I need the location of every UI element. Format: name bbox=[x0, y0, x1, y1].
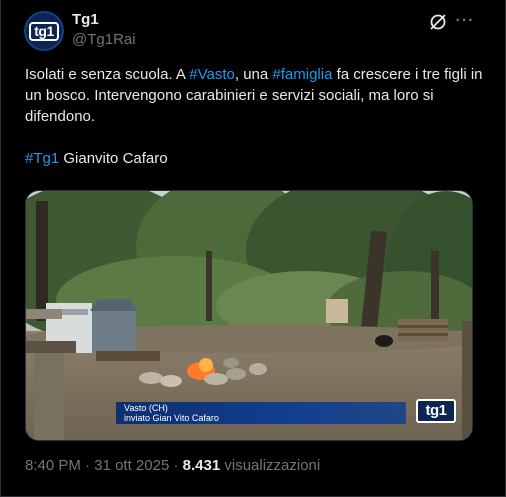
hashtag-tg1[interactable]: #Tg1 bbox=[25, 150, 59, 167]
grok-icon[interactable] bbox=[429, 13, 447, 31]
avatar[interactable]: tg1 bbox=[24, 11, 64, 51]
separator: · bbox=[80, 457, 95, 474]
separator: · bbox=[169, 457, 183, 474]
tweet-meta: 8:40 PM · 31 ott 2025 · 8.431 visualizza… bbox=[25, 457, 320, 474]
author-name[interactable]: Tg1 bbox=[72, 11, 99, 28]
video-player[interactable]: Vasto (CH) inviato Gian Vito Cafaro tg1 bbox=[25, 190, 473, 441]
caption-location: Vasto (CH) bbox=[124, 403, 168, 413]
tweet-text: Isolati e senza scuola. A #Vasto, una #f… bbox=[25, 64, 485, 169]
more-icon[interactable]: ··· bbox=[455, 12, 475, 32]
hashtag-famiglia[interactable]: #famiglia bbox=[272, 66, 332, 83]
tweet-time[interactable]: 8:40 PM bbox=[25, 457, 81, 474]
views-label: visualizzazioni bbox=[220, 457, 321, 474]
text-segment: , una bbox=[234, 66, 273, 83]
tweet-card[interactable]: tg1 Tg1 @Tg1Rai ··· Isolati e senza scuo… bbox=[0, 0, 506, 497]
tweet-signature: #Tg1 Gianvito Cafaro bbox=[25, 148, 485, 169]
caption-reporter: inviato Gian Vito Cafaro bbox=[124, 413, 219, 423]
author-handle[interactable]: @Tg1Rai bbox=[72, 31, 136, 48]
tweet-body: Isolati e senza scuola. A #Vasto, una #f… bbox=[25, 64, 485, 127]
video-lower-third: Vasto (CH) inviato Gian Vito Cafaro tg1 bbox=[116, 399, 472, 424]
caption-bar: Vasto (CH) inviato Gian Vito Cafaro bbox=[116, 402, 406, 424]
tweet-date[interactable]: 31 ott 2025 bbox=[94, 457, 169, 474]
tg1-logo: tg1 bbox=[416, 399, 456, 423]
tg1-logo: tg1 bbox=[29, 21, 59, 41]
text-segment: Isolati e senza scuola. A bbox=[25, 66, 190, 83]
hashtag-vasto[interactable]: #Vasto bbox=[189, 66, 235, 83]
signature-text: Gianvito Cafaro bbox=[59, 150, 168, 167]
views-count[interactable]: 8.431 bbox=[183, 457, 221, 474]
